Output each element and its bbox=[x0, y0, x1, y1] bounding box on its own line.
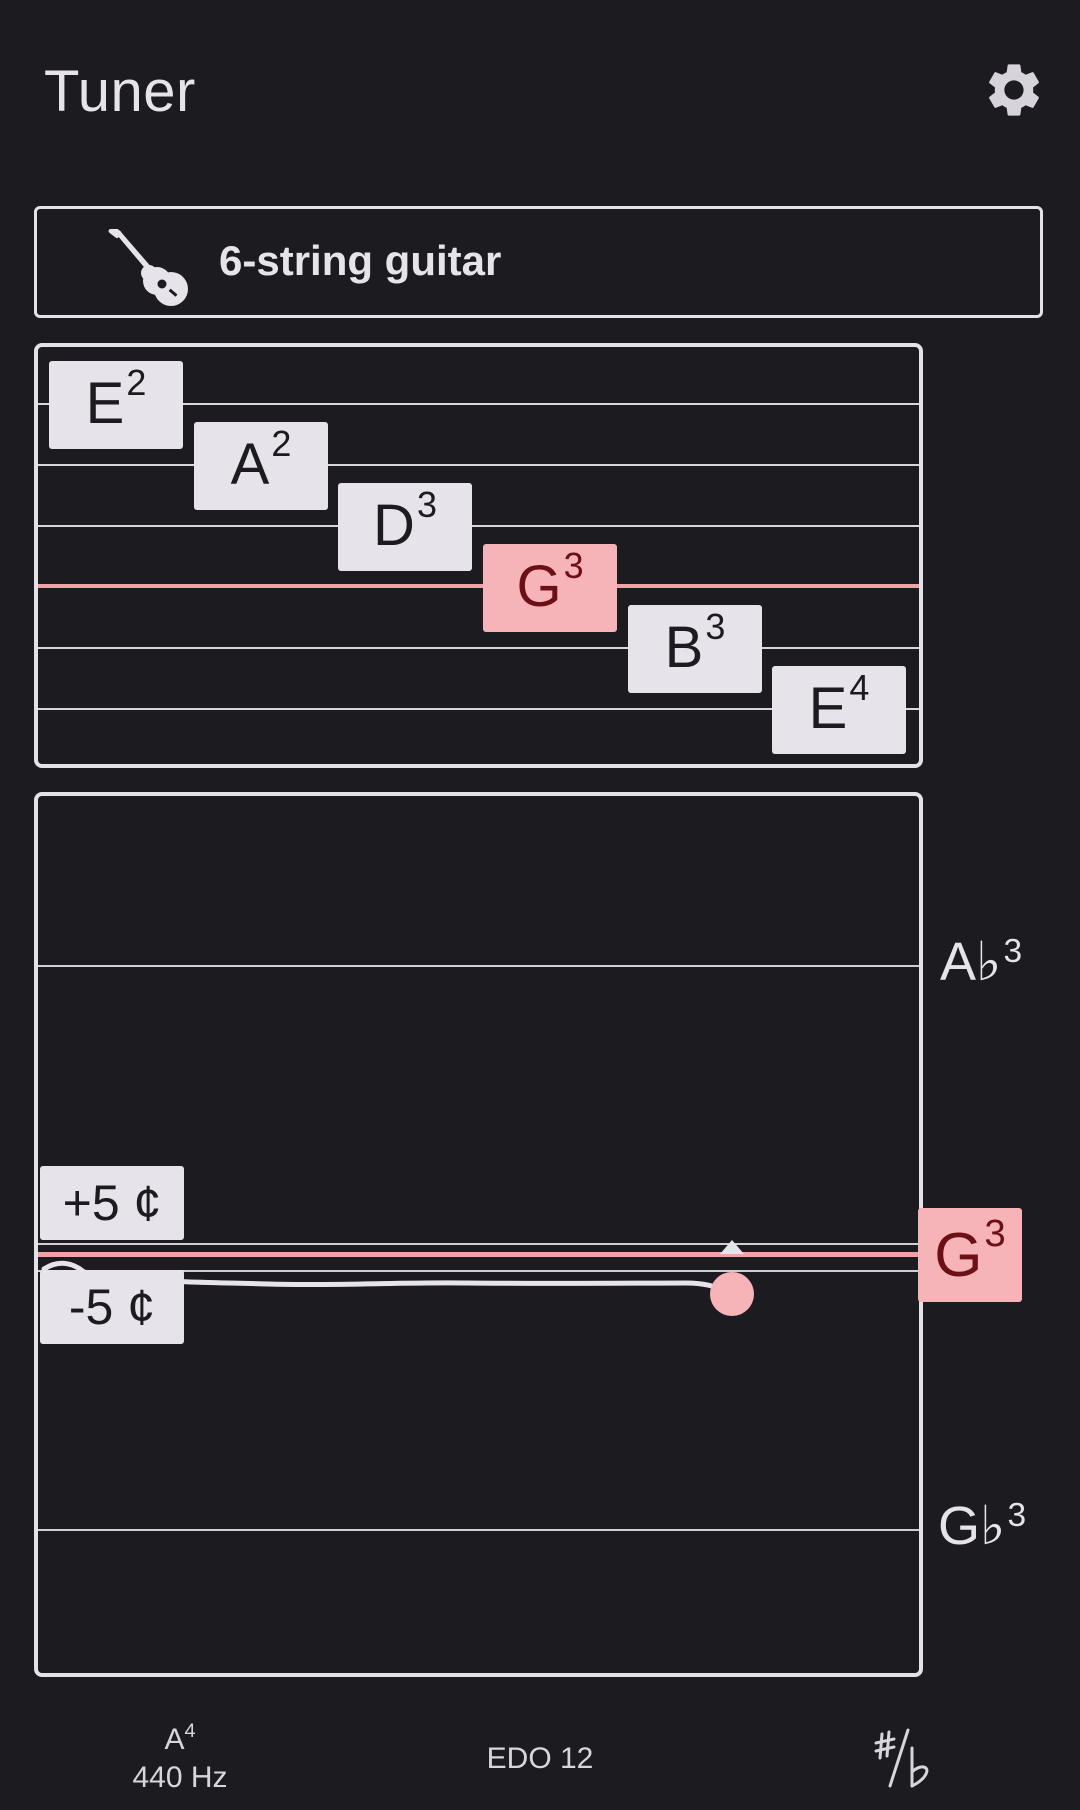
pitch-indicator-arrow bbox=[720, 1240, 744, 1254]
string-note-e2[interactable]: E2 bbox=[49, 361, 183, 449]
reference-frequency-button[interactable]: A4 440 Hz bbox=[110, 1720, 250, 1795]
string-line bbox=[38, 525, 919, 527]
string-note-octave: 3 bbox=[563, 545, 584, 587]
strings-panel: E2 A2 D3 G3 B3 E4 bbox=[34, 343, 923, 768]
current-pitch-dot bbox=[710, 1272, 754, 1316]
string-note-octave: 3 bbox=[705, 606, 726, 648]
reference-note: A4 bbox=[164, 1720, 196, 1756]
pitch-graph-panel: +5 ¢ -5 ¢ bbox=[34, 792, 923, 1677]
settings-button[interactable] bbox=[982, 58, 1046, 122]
string-note-name: E bbox=[85, 370, 125, 436]
string-note-name: G bbox=[516, 553, 562, 619]
temperament-button[interactable]: EDO 12 bbox=[470, 1742, 610, 1776]
string-note-octave: 4 bbox=[849, 667, 870, 709]
gear-icon bbox=[989, 64, 1039, 116]
string-note-octave: 2 bbox=[126, 362, 147, 404]
guitar-icon bbox=[107, 225, 197, 309]
string-note-octave: 3 bbox=[416, 484, 437, 526]
string-note-name: A bbox=[230, 431, 270, 497]
string-line-active bbox=[38, 584, 919, 588]
string-note-name: D bbox=[373, 492, 415, 558]
string-note-b3[interactable]: B3 bbox=[628, 605, 762, 693]
notation-button[interactable] bbox=[870, 1728, 940, 1790]
string-note-a2[interactable]: A2 bbox=[194, 422, 328, 510]
instrument-name: 6-string guitar bbox=[219, 237, 502, 284]
sharp-flat-icon bbox=[874, 1728, 929, 1788]
string-note-name: B bbox=[664, 614, 704, 680]
instrument-selector[interactable]: 6-string guitar bbox=[34, 206, 1043, 318]
lower-note-label: G♭3 bbox=[938, 1496, 1027, 1556]
string-note-name: E bbox=[808, 675, 848, 741]
string-note-octave: 2 bbox=[271, 423, 292, 465]
string-note-e4[interactable]: E4 bbox=[772, 666, 906, 754]
page-title: Tuner bbox=[44, 59, 196, 124]
string-note-d3[interactable]: D3 bbox=[338, 483, 472, 571]
upper-note-label: A♭3 bbox=[940, 932, 1023, 992]
reference-frequency: 440 Hz bbox=[132, 1761, 228, 1794]
string-note-g3[interactable]: G3 bbox=[483, 544, 617, 632]
string-line bbox=[38, 464, 919, 466]
target-note-badge: G3 bbox=[918, 1208, 1022, 1302]
tolerance-lower-tag: -5 ¢ bbox=[40, 1270, 184, 1344]
string-line bbox=[38, 647, 919, 649]
tolerance-upper-tag: +5 ¢ bbox=[40, 1166, 184, 1240]
